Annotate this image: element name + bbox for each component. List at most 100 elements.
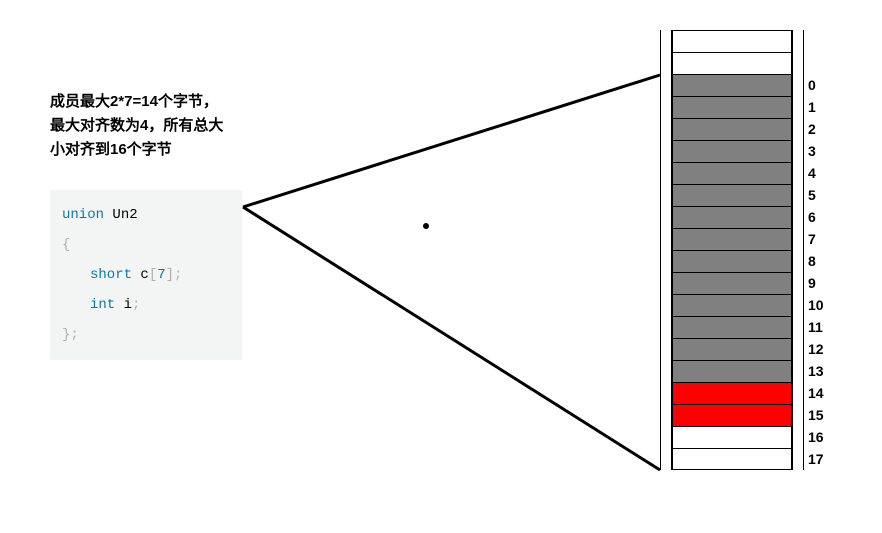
memory-byte-cell: [672, 294, 792, 316]
memory-byte-index: 11: [804, 316, 838, 338]
memory-rail-right: [792, 228, 804, 250]
memory-row: 6: [660, 206, 838, 228]
memory-byte-index: 9: [804, 272, 838, 294]
memory-rail-left: [660, 96, 672, 118]
memory-rail-left: [660, 140, 672, 162]
memory-rail-right: [792, 74, 804, 96]
memory-byte-cell: [672, 184, 792, 206]
memory-byte-cell: [672, 52, 792, 74]
memory-rail-left: [660, 52, 672, 74]
memory-byte-cell: [672, 404, 792, 426]
memory-rail-left: [660, 206, 672, 228]
memory-row: 13: [660, 360, 838, 382]
memory-rail-right: [792, 30, 804, 52]
memory-row: [660, 30, 838, 52]
memory-rail-left: [660, 426, 672, 448]
memory-row: 3: [660, 140, 838, 162]
type-name: Un2: [112, 207, 137, 223]
memory-rail-left: [660, 250, 672, 272]
code-line-1: union Un2: [62, 200, 230, 230]
memory-rail-left: [660, 294, 672, 316]
memory-byte-index: 17: [804, 448, 838, 470]
code-block: union Un2 { short c[7]; int i; };: [50, 190, 242, 360]
code-line-4: int i;: [62, 290, 230, 320]
memory-byte-index: [804, 30, 838, 52]
memory-byte-cell: [672, 140, 792, 162]
memory-byte-cell: [672, 338, 792, 360]
memory-byte-cell: [672, 448, 792, 470]
memory-row: 0: [660, 74, 838, 96]
memory-rail-right: [792, 162, 804, 184]
memory-rail-left: [660, 74, 672, 96]
memory-rail-right: [792, 52, 804, 74]
memory-rail-right: [792, 96, 804, 118]
array-size: 7: [157, 267, 165, 283]
memory-byte-cell: [672, 426, 792, 448]
memory-rail-right: [792, 316, 804, 338]
semi: ;: [132, 297, 140, 313]
memory-rail-left: [660, 404, 672, 426]
memory-byte-index: 6: [804, 206, 838, 228]
memory-byte-index: 5: [804, 184, 838, 206]
memory-byte-cell: [672, 162, 792, 184]
keyword-union: union: [62, 207, 104, 223]
memory-byte-cell: [672, 228, 792, 250]
memory-byte-index: 3: [804, 140, 838, 162]
bracket-open: [: [149, 267, 157, 283]
member-i: i: [124, 297, 132, 313]
memory-byte-index: 16: [804, 426, 838, 448]
memory-byte-index: 10: [804, 294, 838, 316]
memory-byte-index: 2: [804, 118, 838, 140]
memory-byte-index: 13: [804, 360, 838, 382]
memory-rail-right: [792, 184, 804, 206]
memory-rail-left: [660, 228, 672, 250]
memory-row: 5: [660, 184, 838, 206]
memory-rail-left: [660, 118, 672, 140]
memory-rail-right: [792, 118, 804, 140]
memory-byte-cell: [672, 272, 792, 294]
brace-open: {: [62, 237, 70, 253]
memory-row: 9: [660, 272, 838, 294]
memory-byte-index: 12: [804, 338, 838, 360]
memory-rail-right: [792, 294, 804, 316]
memory-rail-right: [792, 448, 804, 470]
memory-row: 10: [660, 294, 838, 316]
memory-row: 8: [660, 250, 838, 272]
memory-rail-right: [792, 140, 804, 162]
memory-byte-cell: [672, 382, 792, 404]
memory-rail-left: [660, 162, 672, 184]
memory-byte-index: 1: [804, 96, 838, 118]
memory-row: 2: [660, 118, 838, 140]
memory-byte-index: 7: [804, 228, 838, 250]
memory-byte-index: 14: [804, 382, 838, 404]
memory-rail-left: [660, 360, 672, 382]
memory-row: 4: [660, 162, 838, 184]
code-line-3: short c[7];: [62, 260, 230, 290]
memory-byte-index: 4: [804, 162, 838, 184]
memory-rail-right: [792, 360, 804, 382]
memory-row: 17: [660, 448, 838, 470]
memory-byte-index: 15: [804, 404, 838, 426]
memory-rail-left: [660, 184, 672, 206]
memory-row: 1: [660, 96, 838, 118]
memory-byte-cell: [672, 250, 792, 272]
memory-row: 7: [660, 228, 838, 250]
keyword-int: int: [90, 297, 115, 313]
memory-rail-right: [792, 404, 804, 426]
memory-rail-right: [792, 272, 804, 294]
memory-rail-right: [792, 338, 804, 360]
memory-rail-left: [660, 316, 672, 338]
memory-row: 12: [660, 338, 838, 360]
memory-byte-cell: [672, 316, 792, 338]
member-c: c: [140, 267, 148, 283]
keyword-short: short: [90, 267, 132, 283]
memory-rail-left: [660, 382, 672, 404]
memory-rail-right: [792, 382, 804, 404]
memory-rail-left: [660, 448, 672, 470]
brace-close: };: [62, 327, 79, 343]
memory-rail-left: [660, 338, 672, 360]
bracket-close: ];: [166, 267, 183, 283]
memory-byte-index: 8: [804, 250, 838, 272]
memory-rail-right: [792, 426, 804, 448]
memory-byte-cell: [672, 74, 792, 96]
